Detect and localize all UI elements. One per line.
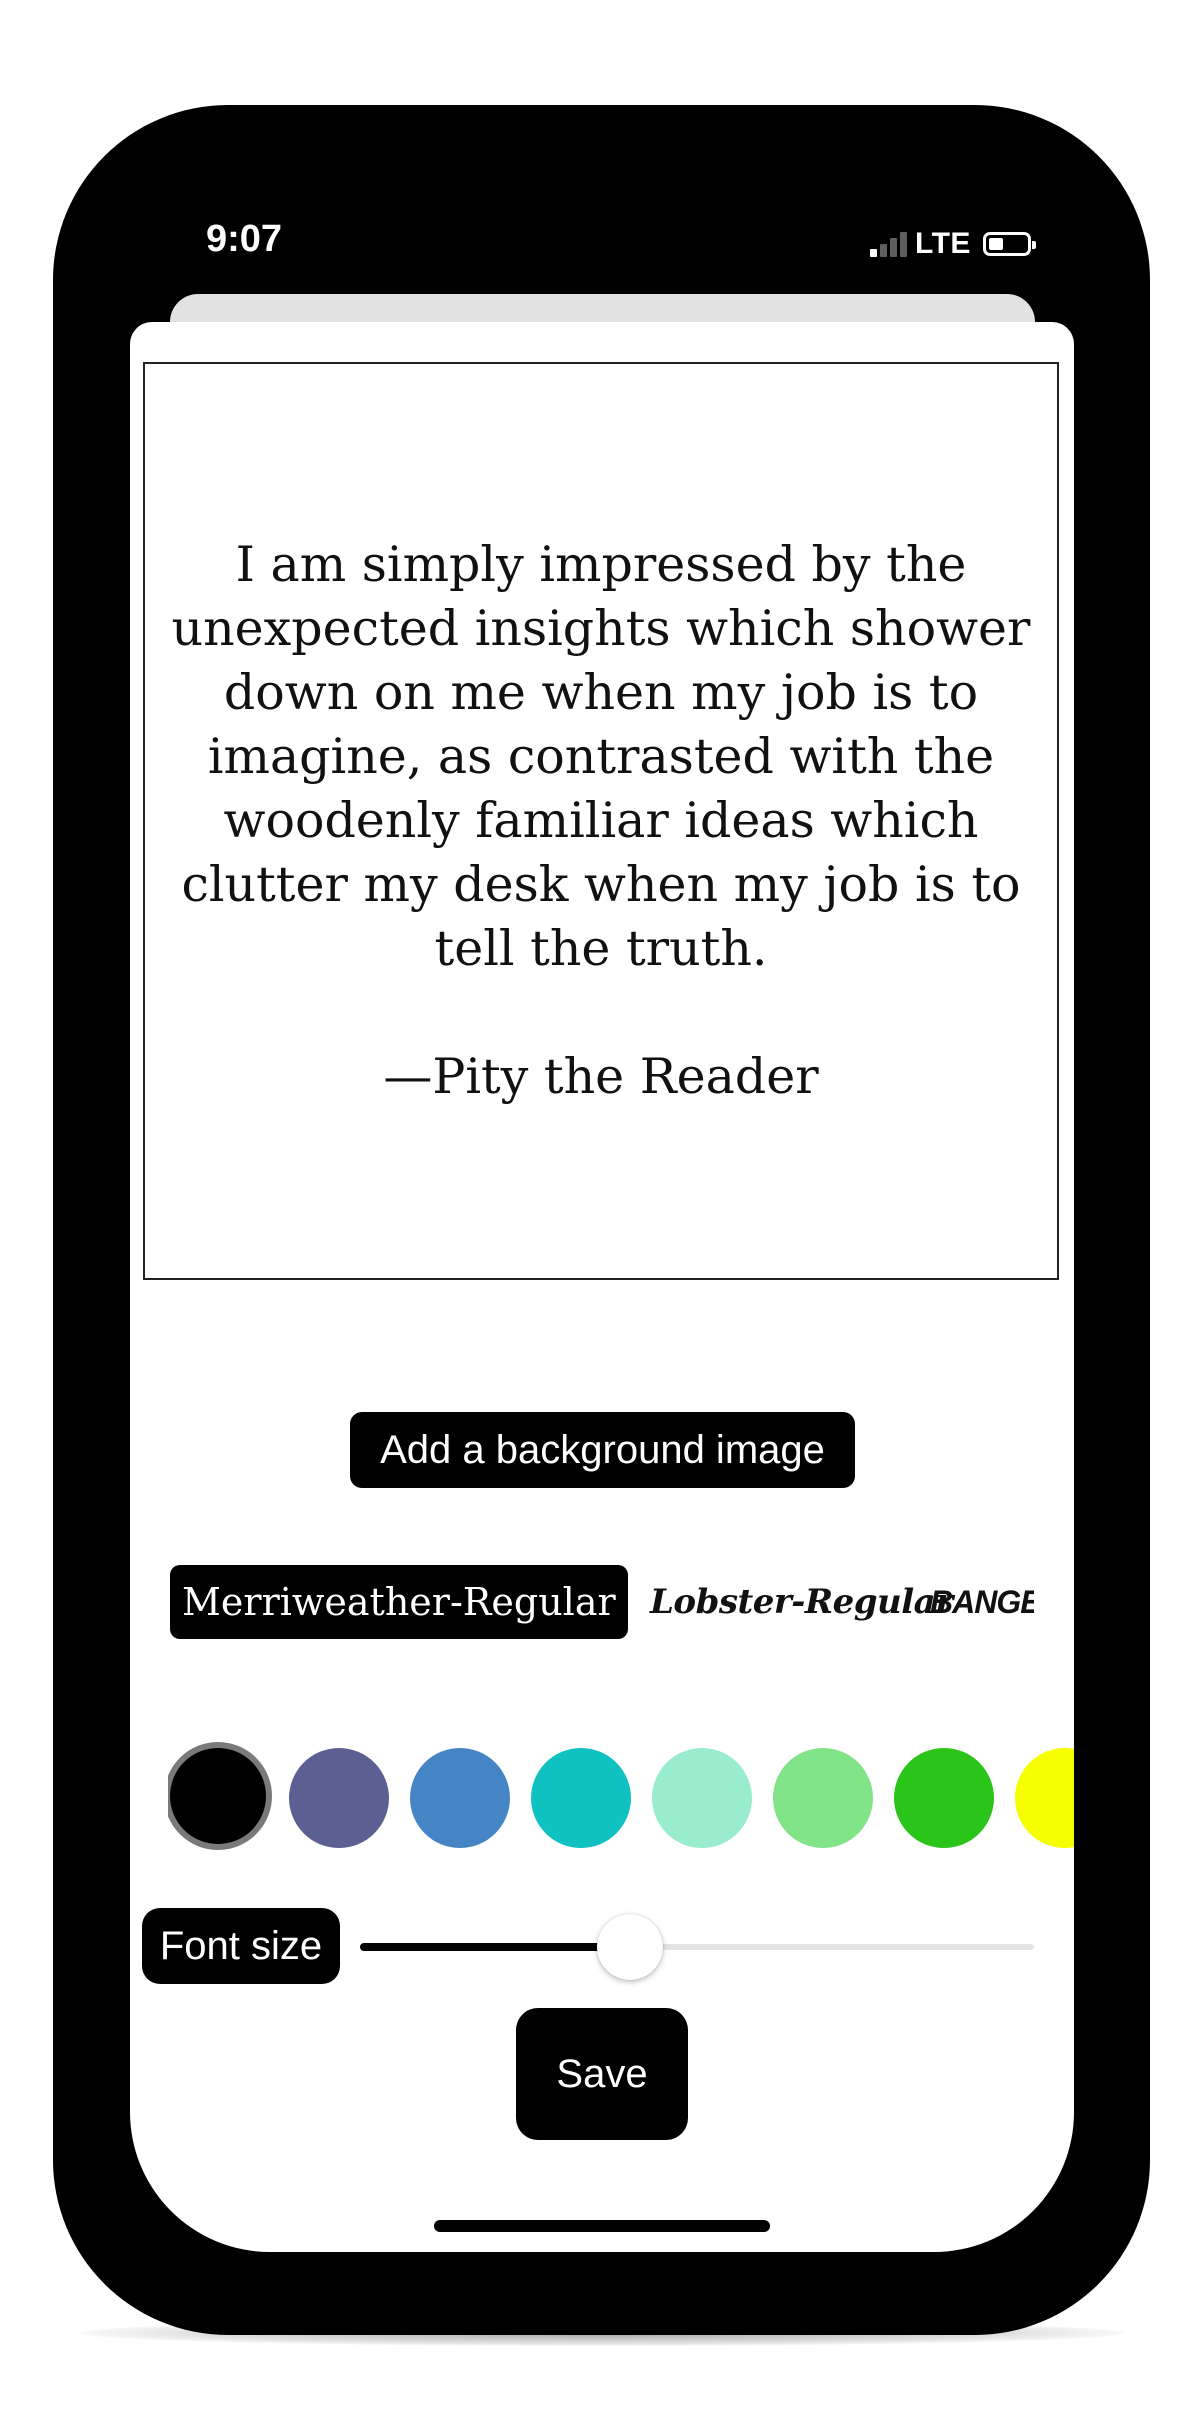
quote-attribution: —Pity the Reader [383, 1048, 819, 1105]
color-swatch[interactable] [894, 1748, 994, 1848]
status-icons: LTE [870, 226, 1036, 262]
battery-icon [982, 232, 1036, 256]
color-swatch[interactable] [531, 1748, 631, 1848]
color-swatch[interactable] [773, 1748, 873, 1848]
editor-sheet: I am simply impressed by the unexpected … [130, 322, 1074, 2252]
font-option-merriweather[interactable]: Merriweather-Regular [170, 1565, 628, 1639]
font-option-lobster[interactable]: Lobster-Regular [650, 1565, 953, 1639]
save-button[interactable]: Save [516, 2008, 688, 2140]
color-swatch[interactable] [652, 1748, 752, 1848]
font-size-slider[interactable] [360, 1914, 1034, 1980]
font-size-label: Font size [142, 1908, 340, 1984]
home-indicator [434, 2220, 770, 2232]
color-swatch[interactable] [410, 1748, 510, 1848]
font-option-bangers[interactable]: BANGERS [930, 1565, 1034, 1639]
color-picker [168, 1742, 1074, 1852]
slider-fill [360, 1943, 630, 1951]
color-swatch[interactable] [168, 1742, 272, 1850]
quote-text: I am simply impressed by the unexpected … [171, 536, 1031, 977]
quote-preview: I am simply impressed by the unexpected … [143, 362, 1059, 1280]
color-swatch[interactable] [289, 1748, 389, 1848]
status-time: 9:07 [206, 218, 283, 260]
signal-bars-icon [870, 231, 907, 257]
font-picker: Merriweather-Regular Lobster-Regular BAN… [170, 1565, 1034, 1641]
add-background-image-button[interactable]: Add a background image [350, 1412, 855, 1488]
network-type: LTE [915, 227, 971, 260]
color-swatch[interactable] [1015, 1748, 1074, 1848]
slider-thumb[interactable] [597, 1914, 663, 1980]
